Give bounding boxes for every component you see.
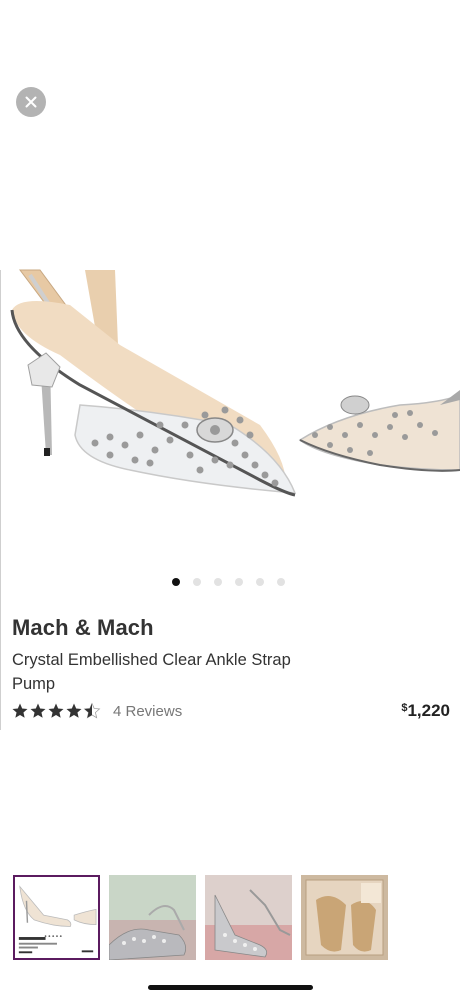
carousel-dot[interactable] bbox=[276, 578, 285, 586]
carousel-dot[interactable] bbox=[213, 578, 222, 586]
star-full-icon bbox=[48, 703, 64, 718]
star-full-icon bbox=[66, 703, 82, 718]
thumb-product-card[interactable] bbox=[13, 875, 100, 960]
price-currency: $ bbox=[401, 702, 408, 714]
rating-row[interactable]: 4 Reviews bbox=[11, 702, 182, 720]
home-indicator bbox=[148, 985, 313, 990]
thumb-photo-3[interactable] bbox=[205, 875, 292, 960]
product-image bbox=[10, 269, 460, 497]
carousel-dot[interactable] bbox=[192, 578, 201, 586]
star-full-icon bbox=[12, 703, 28, 718]
star-half-icon bbox=[83, 702, 101, 719]
carousel-pagination bbox=[0, 578, 460, 586]
product-price: $1,220 bbox=[401, 701, 450, 721]
right-shoe-illustration bbox=[298, 390, 460, 472]
star-rating bbox=[11, 702, 101, 720]
product-brand[interactable]: Mach & Mach bbox=[12, 615, 154, 641]
close-button[interactable] bbox=[16, 87, 46, 117]
thumbnail-strip bbox=[13, 875, 397, 960]
carousel-dot[interactable] bbox=[255, 578, 264, 586]
carousel-dot-active[interactable] bbox=[171, 578, 180, 586]
thumb-photo-2[interactable] bbox=[109, 875, 196, 960]
star-full-icon bbox=[30, 703, 46, 718]
product-title: Crystal Embellished Clear Ankle Strap Pu… bbox=[12, 651, 291, 693]
close-icon bbox=[25, 96, 37, 108]
left-shoe-illustration bbox=[10, 269, 297, 497]
reviews-link[interactable]: 4 Reviews bbox=[113, 703, 182, 720]
carousel-dot[interactable] bbox=[234, 578, 243, 586]
product-image-carousel[interactable] bbox=[0, 265, 460, 510]
price-amount: 1,220 bbox=[407, 701, 450, 720]
thumb-photo-4[interactable] bbox=[301, 875, 388, 960]
